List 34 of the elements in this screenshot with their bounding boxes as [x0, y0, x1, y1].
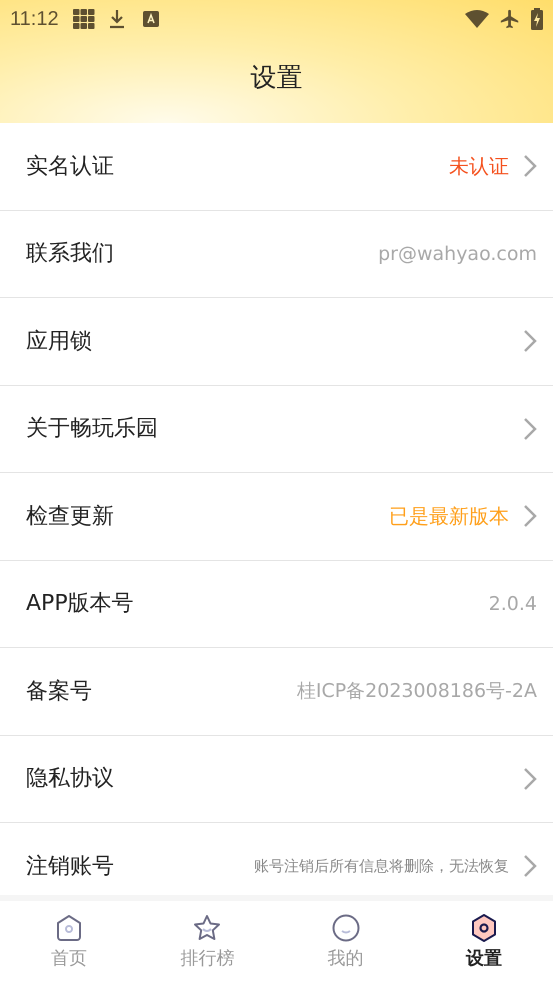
row-value: pr@wahyao.com [378, 242, 537, 266]
row-value: 已是最新版本 [389, 503, 509, 530]
grid-icon [72, 9, 95, 29]
row-value: 未认证 [449, 153, 509, 180]
row-value: 2.0.4 [488, 592, 537, 616]
download-icon [108, 9, 125, 29]
settings-row[interactable]: 应用锁 [0, 298, 553, 386]
settings-row[interactable]: 检查更新 已是最新版本 [0, 473, 553, 560]
row-label: 备案号 [26, 678, 92, 706]
wifi-icon [465, 10, 489, 28]
keyboard-icon [142, 11, 159, 27]
clock: 11:12 [10, 7, 59, 32]
row-label: 隐私协议 [26, 765, 114, 794]
settings-row[interactable]: 隐私协议 [0, 736, 553, 823]
page-title: 设置 [250, 62, 302, 95]
row-label: 检查更新 [26, 502, 114, 531]
row-label: APP版本号 [26, 590, 134, 618]
row-label: 实名认证 [26, 152, 114, 181]
battery-icon [531, 8, 543, 30]
settings-row[interactable]: APP版本号 2.0.4 [0, 560, 553, 648]
nav-tab[interactable]: 设置 [414, 901, 553, 983]
smile-icon [330, 912, 361, 942]
settings-row[interactable]: 关于畅玩乐园 [0, 386, 553, 473]
row-label: 关于畅玩乐园 [26, 415, 158, 444]
row-label: 应用锁 [26, 328, 92, 356]
row-label: 联系我们 [26, 240, 114, 268]
star-icon [192, 912, 222, 942]
row-label: 注销账号 [26, 852, 114, 881]
settings-row[interactable]: 实名认证 未认证 [0, 123, 553, 210]
row-value: 桂ICP备2023008186号-2A [296, 679, 537, 704]
airplane-icon [499, 8, 521, 30]
settings-row[interactable]: 联系我们 pr@wahyao.com [0, 210, 553, 298]
row-value: 账号注销后所有信息将删除，无法恢复 [254, 856, 509, 877]
settings-row[interactable]: 备案号 桂ICP备2023008186号-2A [0, 648, 553, 736]
